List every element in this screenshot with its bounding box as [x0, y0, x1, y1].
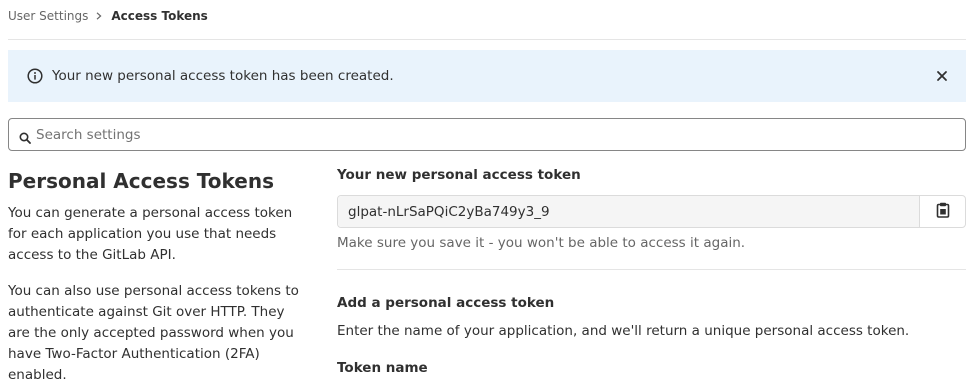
clipboard-icon — [936, 202, 950, 222]
header-divider — [8, 39, 966, 40]
settings-page: User Settings Access Tokens Your new per… — [0, 0, 980, 386]
close-icon[interactable] — [934, 68, 950, 84]
search-icon — [19, 129, 31, 144]
section-description: Personal Access Tokens You can generate … — [8, 168, 308, 386]
token-help-text: Make sure you save it - you won't be abl… — [337, 235, 746, 251]
add-token-title: Add a personal access token — [337, 295, 555, 311]
section-title: Personal Access Tokens — [8, 169, 275, 193]
token-panel: Your new personal access token Make sure… — [337, 166, 966, 377]
description-paragraph-1: You can generate a personal access token… — [8, 205, 293, 263]
add-token-description: Enter the name of your application, and … — [337, 323, 910, 339]
new-token-field-group — [337, 195, 966, 228]
info-icon — [27, 68, 43, 84]
breadcrumb-access-tokens: Access Tokens — [111, 9, 208, 23]
success-alert: Your new personal access token has been … — [8, 50, 966, 102]
search-box — [8, 118, 966, 151]
alert-message: Your new personal access token has been … — [52, 68, 394, 84]
token-name-label: Token name — [337, 360, 428, 376]
breadcrumb: User Settings Access Tokens — [8, 8, 208, 24]
copy-token-button[interactable] — [919, 196, 965, 227]
description-paragraph-2: You can also use personal access tokens … — [8, 283, 299, 383]
new-token-field[interactable] — [338, 196, 919, 227]
chevron-right-icon — [96, 12, 102, 20]
section-divider — [337, 269, 966, 270]
new-token-label: Your new personal access token — [337, 167, 581, 183]
search-input[interactable] — [36, 120, 956, 149]
breadcrumb-user-settings[interactable]: User Settings — [8, 8, 88, 24]
